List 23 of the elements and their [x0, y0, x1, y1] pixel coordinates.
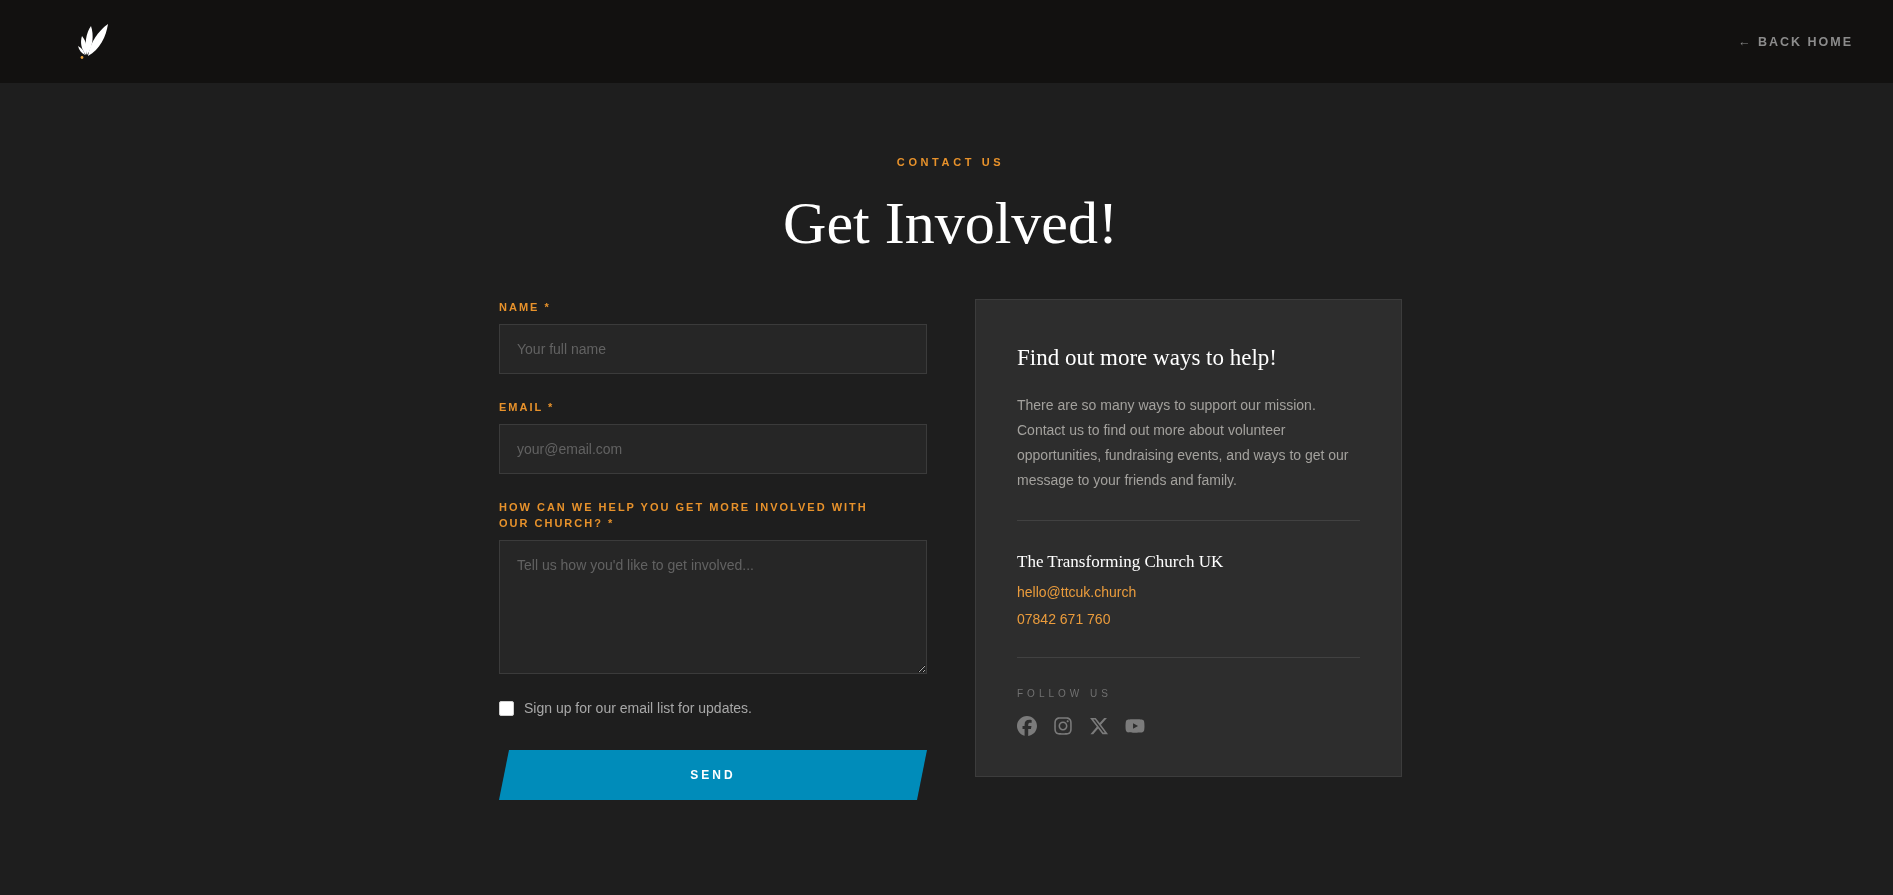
- facebook-icon[interactable]: [1017, 716, 1037, 736]
- newsletter-label: Sign up for our email list for updates.: [524, 699, 752, 718]
- name-field[interactable]: Your full name: [499, 324, 927, 374]
- phone-link[interactable]: 07842 671 760: [1017, 608, 1111, 630]
- field-label: NAME *: [499, 300, 552, 315]
- send-button[interactable]: SEND: [499, 750, 927, 800]
- leaf-logo-icon[interactable]: [76, 23, 110, 60]
- field-label: HOW CAN WE HELP YOU GET MORE INVOLVED WITH OUR CHURCH? *: [499, 500, 869, 531]
- x-logo-icon[interactable]: [1089, 716, 1109, 736]
- newsletter-checkbox[interactable]: [499, 700, 514, 716]
- panel-title: Find out more ways to help!: [1017, 344, 1277, 372]
- section-eyebrow: CONTACT US: [896, 155, 1005, 169]
- email-link[interactable]: hello@ttcuk.church: [1017, 581, 1137, 603]
- panel-description: There are so many ways to support our mission. Contact us to find out more about volunteer opportunities, fundraising events, and ways to get our message to your friends and family.: [1017, 396, 1350, 490]
- back-home-link[interactable]: ← BACK HOME: [1737, 33, 1853, 50]
- message-field[interactable]: Tell us how you'd like to get involved...: [499, 540, 927, 674]
- organization-name: The Transforming Church UK: [1017, 551, 1224, 573]
- field-label: EMAIL *: [499, 400, 556, 415]
- email-field[interactable]: your@email.com: [499, 424, 927, 474]
- page-title: Get Involved!: [783, 189, 1118, 257]
- youtube-icon[interactable]: [1125, 716, 1145, 736]
- instagram-icon[interactable]: [1053, 716, 1073, 736]
- follow-us-label: FOLLOW US: [1017, 687, 1112, 701]
